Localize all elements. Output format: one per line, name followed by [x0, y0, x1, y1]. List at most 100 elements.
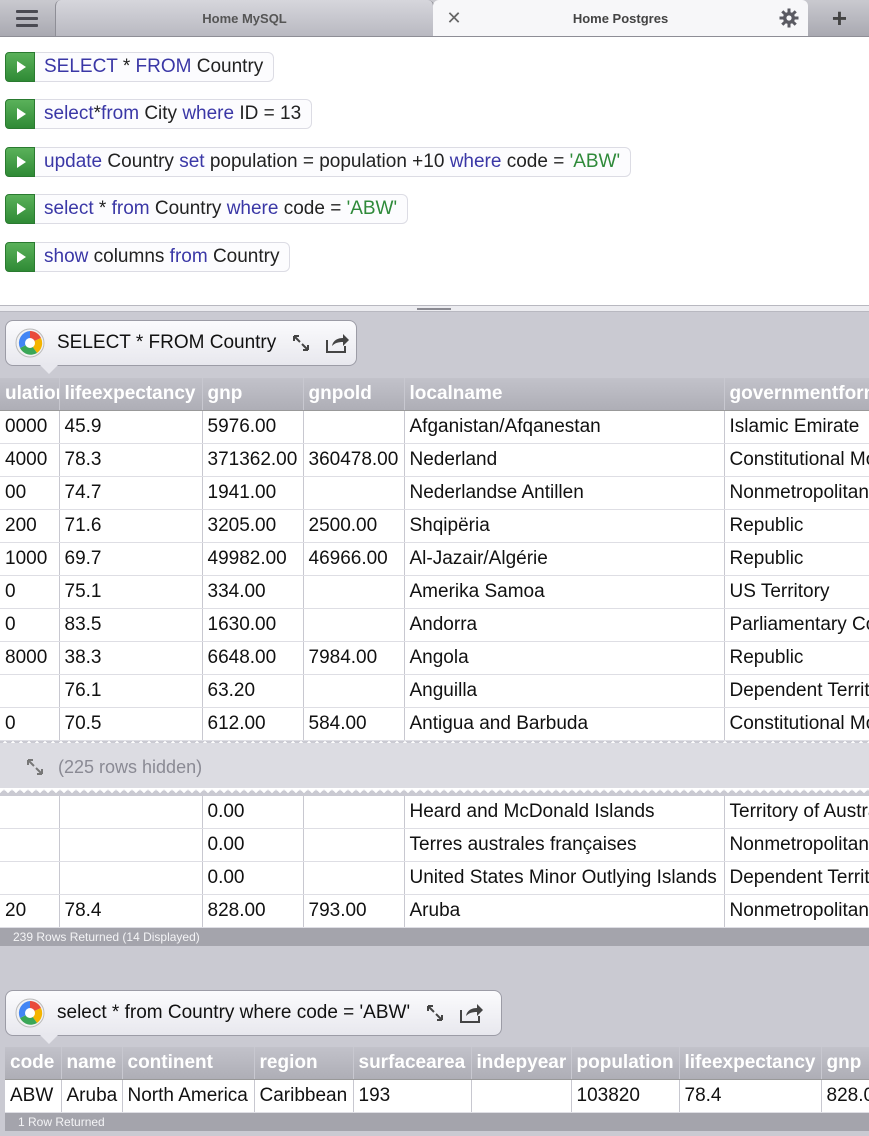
run-button[interactable]: [5, 242, 35, 272]
table-cell[interactable]: Constitutional Monarchy: [724, 443, 869, 477]
table-cell[interactable]: [303, 476, 405, 510]
table-row[interactable]: 083.51630.00 AndorraParliamentary Coprinc…: [0, 608, 869, 642]
column-header[interactable]: region: [254, 1047, 354, 1080]
table-cell[interactable]: [59, 828, 203, 862]
history-item[interactable]: update Country set population = populati…: [5, 147, 632, 177]
drag-handle[interactable]: [417, 308, 451, 310]
table-cell[interactable]: [0, 828, 60, 862]
table-row[interactable]: 0 75.1 334.00 Amerika Samoa US Territory: [0, 575, 869, 609]
table-cell[interactable]: 45.9: [59, 410, 203, 444]
table-cell[interactable]: 360478.00: [303, 443, 405, 477]
column-header[interactable]: gnp: [821, 1047, 869, 1080]
table-cell[interactable]: Nonmetropolitan Territory: [724, 894, 869, 928]
table-row[interactable]: ABW Aruba North America Caribbean 193 103820 7…: [5, 1079, 869, 1113]
table-cell[interactable]: [303, 410, 405, 444]
column-header[interactable]: lifeexpectancy: [59, 378, 203, 411]
tab-home-postgres[interactable]: Home Postgres: [433, 0, 808, 36]
table-cell[interactable]: [303, 861, 405, 895]
table-cell[interactable]: 793.00: [303, 894, 405, 928]
result-header[interactable]: select * from Country where code = 'ABW': [5, 990, 502, 1044]
table-cell[interactable]: United States Minor Outlying Islands: [404, 861, 725, 895]
hidden-rows-band[interactable]: (225 rows hidden): [0, 743, 869, 791]
table-cell[interactable]: Terres australes françaises: [404, 828, 725, 862]
table-cell[interactable]: 78.4: [679, 1079, 822, 1113]
table-cell[interactable]: Republic: [724, 641, 869, 675]
table-cell[interactable]: 4000: [0, 443, 60, 477]
table-row[interactable]: 1000 69.7 49982.00 46966.00 Al-Jazair/Algéri…: [0, 542, 869, 576]
table-cell[interactable]: [471, 1079, 572, 1113]
table-row[interactable]: 0000 45.9 5976.00 Afganistan/Afqanestan Isla…: [0, 410, 869, 444]
column-header[interactable]: lifeexpectancy: [679, 1047, 822, 1080]
run-button[interactable]: [5, 147, 35, 177]
table-cell[interactable]: 7984.00: [303, 641, 405, 675]
table-cell[interactable]: 2500.00: [303, 509, 405, 543]
table-row[interactable]: 8000 38.3 6648.00 7984.00 Angola Republic: [0, 641, 869, 675]
table-cell[interactable]: Dependent Territory of the UK: [724, 674, 869, 708]
table-cell[interactable]: 0.00: [202, 861, 304, 895]
table-cell[interactable]: Territory of Australia: [724, 796, 869, 829]
column-header[interactable]: governmentform: [724, 378, 869, 411]
table-cell[interactable]: 828.00: [202, 894, 304, 928]
tab-home-mysql[interactable]: Home MySQL: [55, 0, 434, 36]
history-item[interactable]: select * from Country where code = 'ABW': [5, 194, 409, 224]
table-cell[interactable]: Andorra: [404, 608, 725, 642]
table-cell[interactable]: [303, 828, 405, 862]
table-cell[interactable]: North America: [122, 1079, 255, 1113]
table-cell[interactable]: Antigua and Barbuda: [404, 707, 725, 741]
table-cell[interactable]: Nederlandse Antillen: [404, 476, 725, 510]
column-header[interactable]: name: [61, 1047, 123, 1080]
table-cell[interactable]: 200: [0, 509, 60, 543]
table-row[interactable]: 4000 78.3 371362.00 360478.00 Nederland Const…: [0, 443, 869, 477]
table-cell[interactable]: Aruba: [61, 1079, 123, 1113]
table-cell[interactable]: 193: [353, 1079, 472, 1113]
table-cell[interactable]: 00: [0, 476, 60, 510]
history-query[interactable]: select * from Country where code = 'ABW': [35, 194, 409, 224]
column-header[interactable]: gnp: [202, 378, 304, 411]
table-cell[interactable]: Constitutional Monarchy: [724, 707, 869, 741]
history-query[interactable]: select*from City where ID = 13: [35, 99, 313, 129]
table-cell[interactable]: 0.00: [202, 796, 304, 829]
table-cell[interactable]: 0.00: [202, 828, 304, 862]
table-cell[interactable]: 76.1: [59, 674, 203, 708]
table-cell[interactable]: Afganistan/Afqanestan: [404, 410, 725, 444]
table-cell[interactable]: [0, 796, 60, 829]
history-item[interactable]: show columns from Country: [5, 242, 291, 272]
run-button[interactable]: [5, 99, 35, 129]
table-cell[interactable]: Republic: [724, 542, 869, 576]
table-cell[interactable]: [303, 796, 405, 829]
new-tab-button[interactable]: +: [810, 0, 869, 36]
history-query[interactable]: show columns from Country: [35, 242, 291, 272]
table-cell[interactable]: 46966.00: [303, 542, 405, 576]
expand-icon[interactable]: [292, 334, 310, 352]
table-cell[interactable]: [0, 674, 60, 708]
table-cell[interactable]: 38.3: [59, 641, 203, 675]
table-cell[interactable]: 0000: [0, 410, 60, 444]
table-cell[interactable]: [59, 861, 203, 895]
table-cell[interactable]: Nonmetropolitan Territory: [724, 828, 869, 862]
column-header[interactable]: population: [571, 1047, 680, 1080]
table-cell[interactable]: 49982.00: [202, 542, 304, 576]
table-cell[interactable]: Shqipëria: [404, 509, 725, 543]
table-cell[interactable]: Al-Jazair/Algérie: [404, 542, 725, 576]
table-cell[interactable]: 1630.00: [202, 608, 304, 642]
share-icon[interactable]: [458, 1002, 484, 1024]
run-button[interactable]: [5, 52, 35, 82]
table-cell[interactable]: ABW: [5, 1079, 62, 1113]
expand-icon[interactable]: [426, 1004, 444, 1022]
gear-icon[interactable]: [779, 8, 799, 28]
table-cell[interactable]: Nederland: [404, 443, 725, 477]
table-cell[interactable]: Nonmetropolitan Territory: [724, 476, 869, 510]
table-cell[interactable]: Anguilla: [404, 674, 725, 708]
pane-divider[interactable]: [0, 305, 869, 312]
table-cell[interactable]: 8000: [0, 641, 60, 675]
table-row[interactable]: 200 71.6 3205.00 2500.00 Shqipëria Republic: [0, 509, 869, 543]
table-cell[interactable]: 78.4: [59, 894, 203, 928]
table-cell[interactable]: [303, 674, 405, 708]
expand-rows-icon[interactable]: [26, 758, 44, 776]
run-button[interactable]: [5, 194, 35, 224]
table-cell[interactable]: Amerika Samoa: [404, 575, 725, 609]
column-header[interactable]: surfacearea: [353, 1047, 472, 1080]
table-row[interactable]: 0 70.5 612.00 584.00 Antigua and Barbuda Cons…: [0, 707, 869, 741]
table-cell[interactable]: Angola: [404, 641, 725, 675]
table-cell[interactable]: 828.00: [821, 1079, 869, 1113]
